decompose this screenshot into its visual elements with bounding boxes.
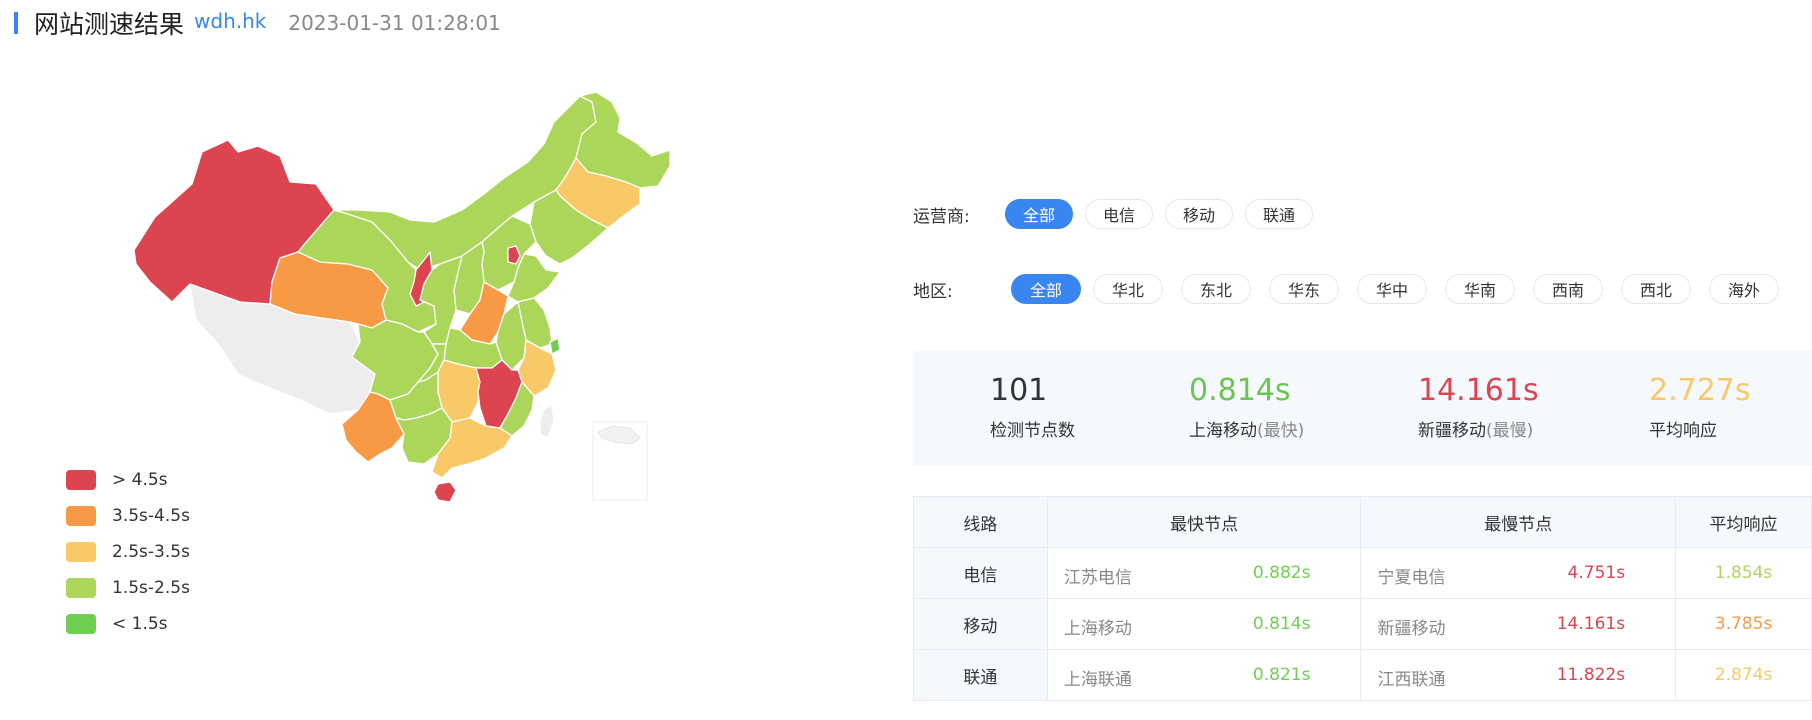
row-line: 移动 (913, 598, 1048, 650)
row-average: 1.854s (1675, 547, 1812, 599)
legend-item[interactable]: > 4.5s (66, 462, 190, 498)
table-row: 联通 上海联通 0.821s 江西联通 11.822s 2.874s (913, 649, 1812, 701)
legend-label: 1.5s-2.5s (112, 578, 190, 598)
node-time: 4.751s (1567, 563, 1626, 583)
page-header: 网站测速结果 wdh.hk 2023-01-31 01:28:01 (14, 6, 501, 40)
row-slowest-node: 新疆移动 14.161s (1360, 598, 1677, 650)
stat-label: 新疆移动(最慢) (1418, 416, 1539, 441)
node-name: 上海联通 (1063, 670, 1132, 690)
row-average: 2.874s (1675, 649, 1812, 701)
carrier-option-mobile[interactable]: 移动 (1165, 199, 1234, 229)
stat-note: (最快) (1257, 421, 1305, 441)
region-option-overseas[interactable]: 海外 (1709, 274, 1779, 304)
region-option-east[interactable]: 华东 (1269, 274, 1339, 304)
carrier-filter: 运营商: 全部 电信 移动 联通 (913, 199, 1325, 229)
stat-label-text: 平均响应 (1649, 421, 1717, 441)
stat-label: 上海移动(最快) (1189, 416, 1304, 441)
region-filter-label: 地区: (913, 281, 953, 302)
legend-item[interactable]: 2.5s-3.5s (66, 534, 190, 570)
row-fastest-node: 上海移动 0.814s (1046, 598, 1362, 650)
legend-label: 3.5s-4.5s (112, 506, 190, 526)
row-line: 电信 (913, 547, 1048, 599)
map-region-taiwan[interactable] (539, 403, 555, 439)
region-filter: 地区: 全部 华北 东北 华东 华中 华南 西南 西北 海外 (913, 274, 1779, 304)
inset-coastline (597, 425, 641, 445)
column-header-slowest: 最慢节点 (1360, 496, 1677, 548)
stat-label-text: 上海移动 (1189, 421, 1257, 441)
summary-stats: 101 检测节点数 0.814s 上海移动(最快) 14.161s 新疆移动(最… (913, 350, 1812, 465)
legend-item[interactable]: < 1.5s (66, 606, 190, 642)
row-slowest-node: 江西联通 11.822s (1360, 649, 1677, 701)
row-average: 3.785s (1675, 598, 1812, 650)
stat-note: (最慢) (1486, 421, 1534, 441)
page-title: 网站测速结果 (34, 10, 185, 39)
carrier-option-all[interactable]: 全部 (1005, 199, 1074, 229)
node-time: 0.882s (1252, 563, 1311, 583)
stat-label: 平均响应 (1649, 416, 1751, 441)
legend-swatch (66, 614, 96, 634)
node-name: 宁夏电信 (1377, 568, 1446, 588)
tested-domain-link[interactable]: wdh.hk (194, 9, 266, 33)
legend-swatch (66, 542, 96, 562)
stat-node-count: 101 检测节点数 (990, 372, 1075, 441)
stat-value: 14.161s (1418, 373, 1539, 408)
legend-label: 2.5s-3.5s (112, 542, 190, 562)
row-line: 联通 (913, 649, 1048, 701)
region-option-all[interactable]: 全部 (1011, 274, 1081, 304)
carrier-results-table: 线路 最快节点 最慢节点 平均响应 电信 江苏电信 0.882s 宁夏电信 4.… (913, 496, 1812, 701)
legend-item[interactable]: 3.5s-4.5s (66, 498, 190, 534)
title-accent-bar (14, 12, 18, 34)
legend-item[interactable]: 1.5s-2.5s (66, 570, 190, 606)
legend-swatch (66, 578, 96, 598)
test-timestamp: 2023-01-31 01:28:01 (288, 11, 501, 35)
stat-fastest: 0.814s 上海移动(最快) (1189, 372, 1304, 441)
region-option-northeast[interactable]: 东北 (1181, 274, 1251, 304)
node-name: 新疆移动 (1377, 619, 1446, 639)
row-slowest-node: 宁夏电信 4.751s (1360, 547, 1677, 599)
legend-label: < 1.5s (112, 614, 168, 634)
node-time: 0.814s (1252, 614, 1311, 634)
stat-value: 0.814s (1189, 373, 1291, 408)
region-option-southwest[interactable]: 西南 (1533, 274, 1603, 304)
node-name: 上海移动 (1063, 619, 1132, 639)
china-speed-map (120, 91, 800, 592)
stat-label: 检测节点数 (990, 416, 1075, 441)
node-time: 11.822s (1556, 665, 1626, 685)
legend-swatch (66, 470, 96, 490)
stat-slowest: 14.161s 新疆移动(最慢) (1418, 372, 1539, 441)
map-legend: > 4.5s 3.5s-4.5s 2.5s-3.5s 1.5s-2.5s < 1… (66, 462, 190, 642)
stat-average: 2.727s 平均响应 (1649, 372, 1751, 441)
stat-value: 101 (990, 373, 1048, 408)
region-option-northwest[interactable]: 西北 (1621, 274, 1691, 304)
stat-label-text: 新疆移动 (1418, 421, 1486, 441)
region-option-north[interactable]: 华北 (1093, 274, 1163, 304)
row-fastest-node: 上海联通 0.821s (1046, 649, 1362, 701)
table-header-row: 线路 最快节点 最慢节点 平均响应 (913, 496, 1812, 548)
node-name: 江西联通 (1377, 670, 1446, 690)
carrier-filter-label: 运营商: (913, 206, 970, 227)
legend-swatch (66, 506, 96, 526)
column-header-average: 平均响应 (1675, 496, 1812, 548)
carrier-option-unicom[interactable]: 联通 (1245, 199, 1314, 229)
table-row: 移动 上海移动 0.814s 新疆移动 14.161s 3.785s (913, 598, 1812, 650)
column-header-fastest: 最快节点 (1046, 496, 1362, 548)
node-time: 14.161s (1556, 614, 1626, 634)
carrier-option-telecom[interactable]: 电信 (1085, 199, 1154, 229)
node-time: 0.821s (1252, 665, 1311, 685)
row-fastest-node: 江苏电信 0.882s (1046, 547, 1362, 599)
legend-label: > 4.5s (112, 470, 168, 490)
table-row: 电信 江苏电信 0.882s 宁夏电信 4.751s 1.854s (913, 547, 1812, 599)
stat-label-text: 检测节点数 (990, 421, 1075, 441)
region-option-central[interactable]: 华中 (1357, 274, 1427, 304)
node-name: 江苏电信 (1063, 568, 1132, 588)
stat-value: 2.727s (1649, 373, 1751, 408)
column-header-line: 线路 (913, 496, 1048, 548)
map-svg (133, 91, 671, 503)
region-option-south[interactable]: 华南 (1445, 274, 1515, 304)
map-region-hainan[interactable] (433, 481, 457, 503)
